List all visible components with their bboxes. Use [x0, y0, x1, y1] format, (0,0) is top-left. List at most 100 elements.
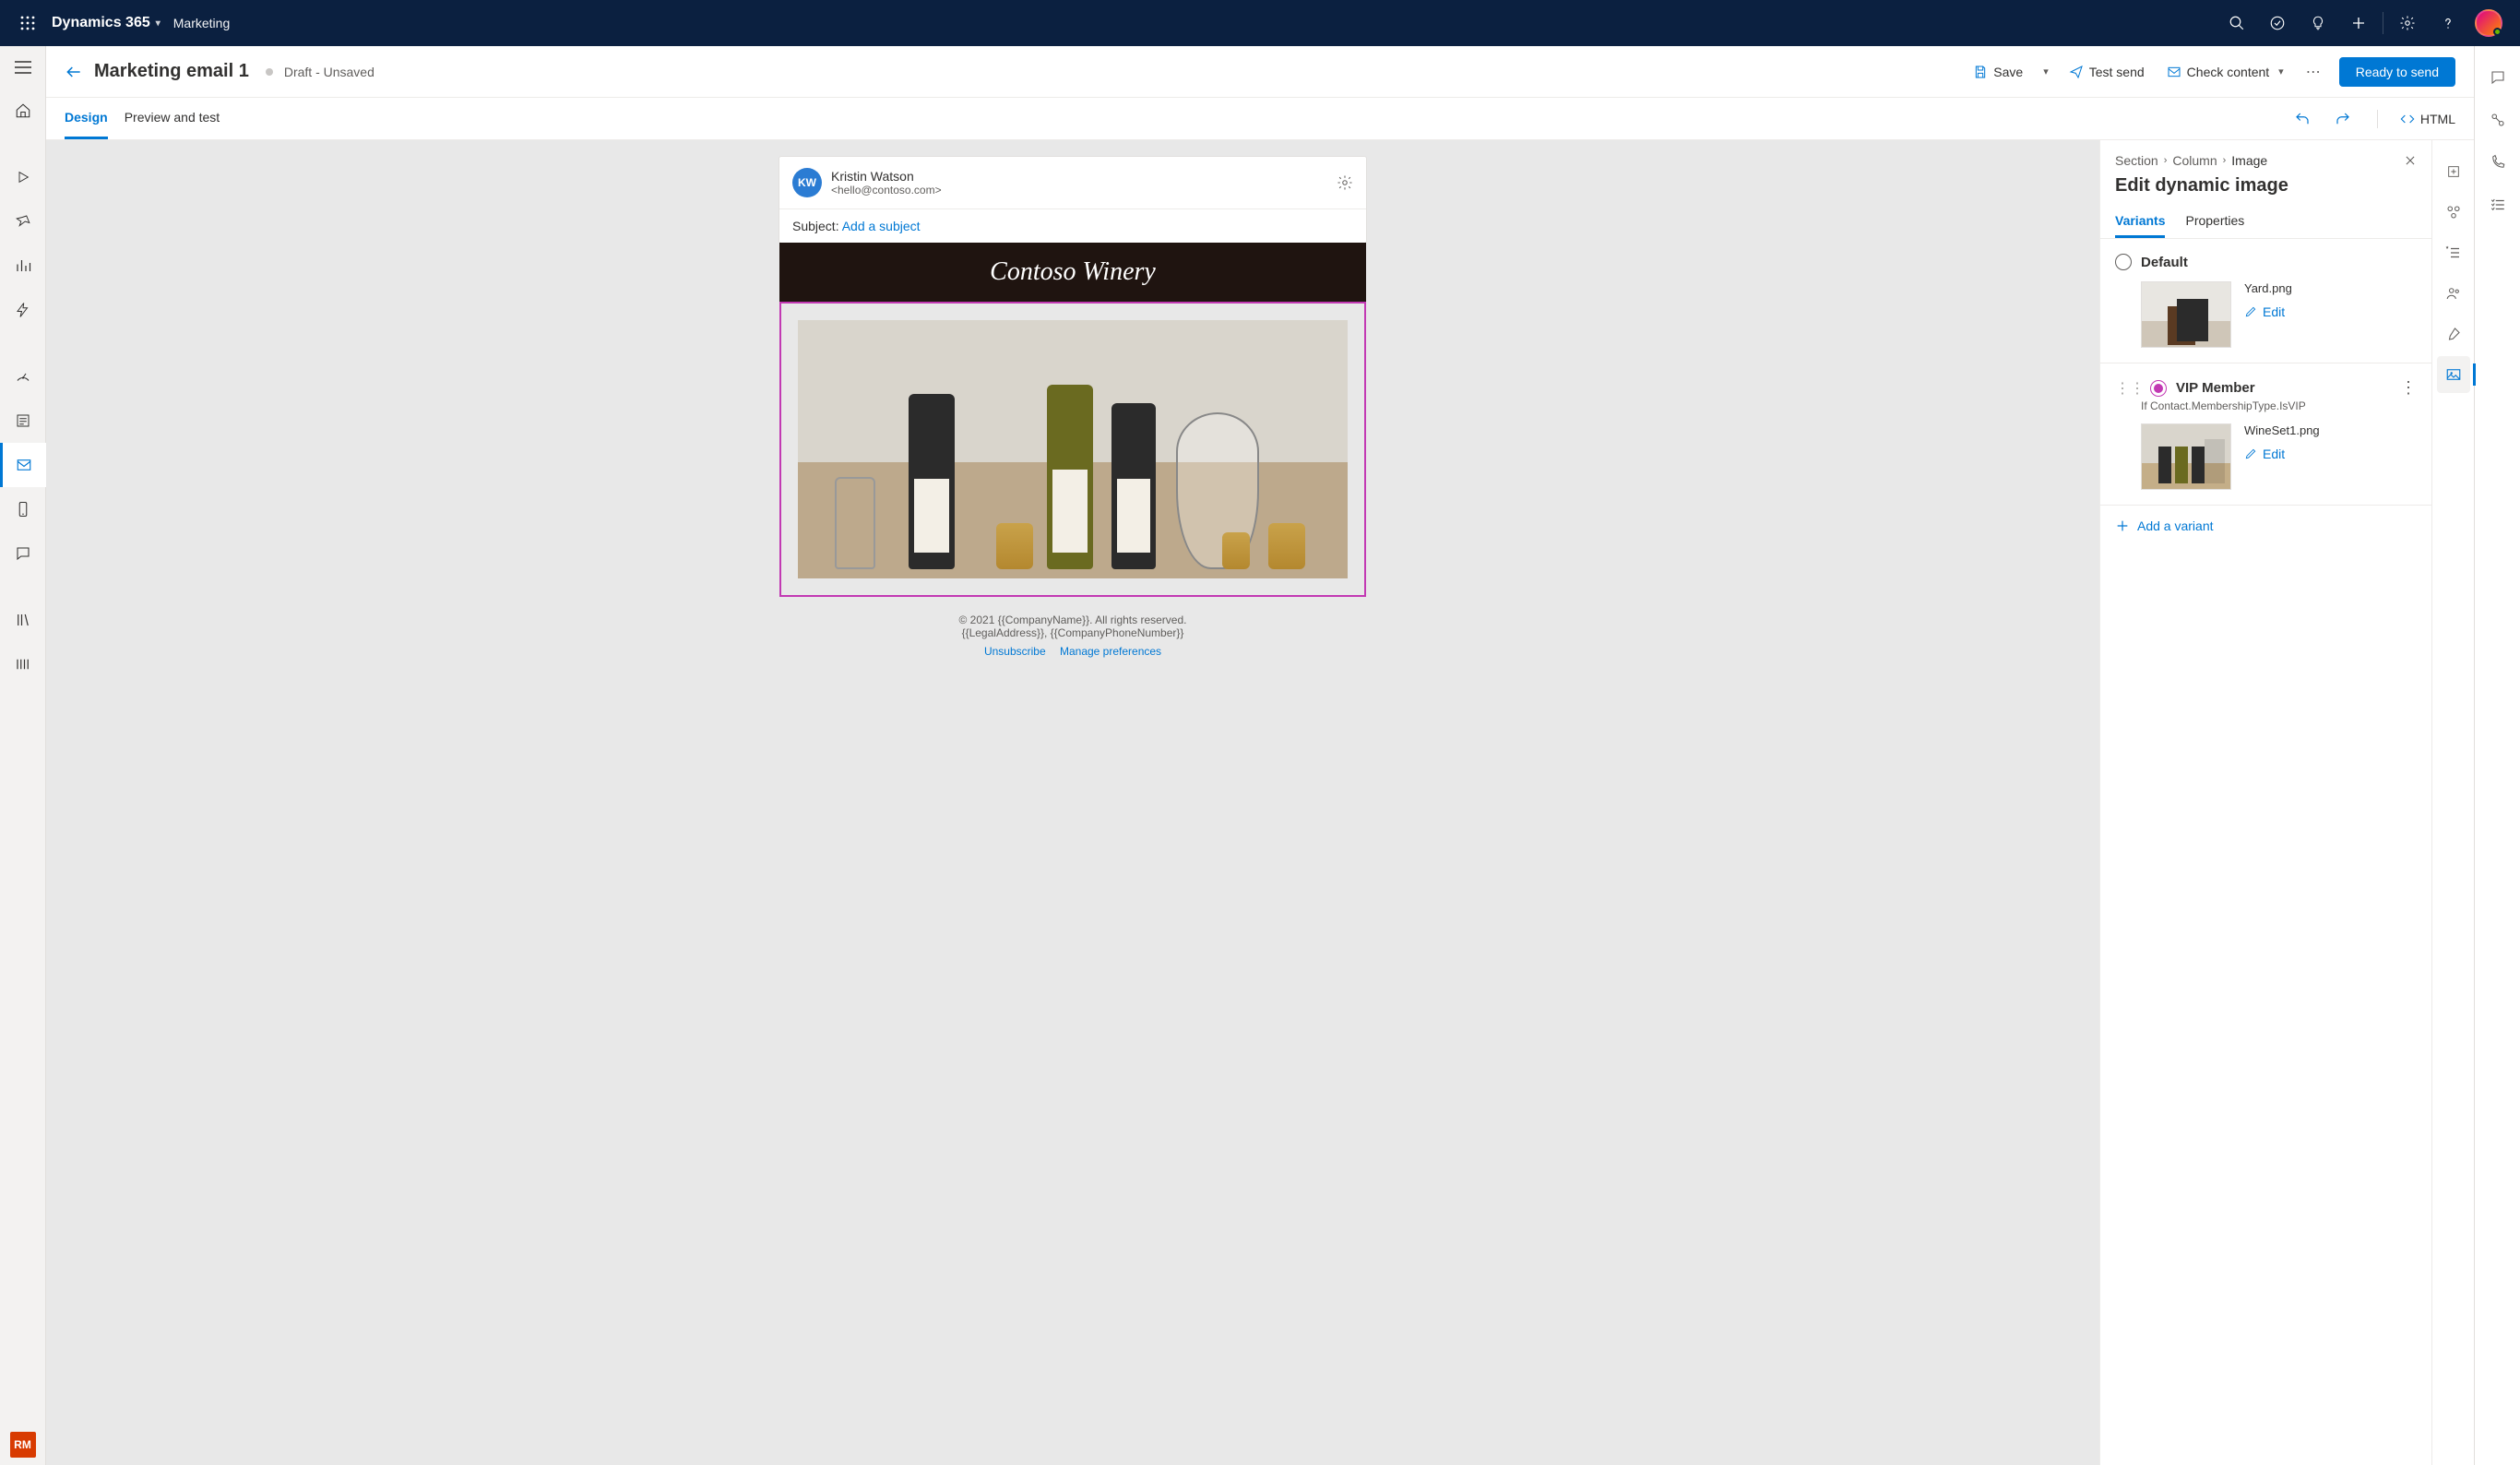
add-button[interactable] [2338, 0, 2379, 46]
close-pane-button[interactable] [2404, 154, 2417, 167]
library-icon [15, 612, 31, 628]
plus-icon [2350, 15, 2367, 31]
subject-label: Subject: [792, 219, 842, 233]
nav-channels[interactable] [0, 354, 46, 399]
test-send-button[interactable]: Test send [2063, 61, 2150, 83]
toolbox-elements[interactable] [2437, 194, 2470, 231]
call-button[interactable] [2479, 144, 2516, 181]
nav-sms[interactable] [0, 487, 46, 531]
form-icon [15, 412, 31, 429]
pane-heading: Edit dynamic image [2100, 173, 2431, 206]
selected-image-block[interactable] [779, 302, 1366, 597]
nav-journeys[interactable] [0, 199, 46, 244]
arrow-left-icon [65, 63, 83, 81]
variant-radio[interactable] [2115, 254, 2132, 270]
nav-audience[interactable] [0, 642, 46, 686]
send-icon [2069, 65, 2084, 79]
footer-line2: {{LegalAddress}}, {{CompanyPhoneNumber}} [787, 626, 1359, 639]
bc-column[interactable]: Column [2172, 153, 2217, 168]
home-icon [15, 102, 31, 119]
toolbox-expand[interactable] [2437, 153, 2470, 190]
main-region: Marketing email 1 Draft - Unsaved Save ▾… [46, 46, 2474, 1465]
bc-image: Image [2231, 153, 2267, 168]
toolbox-sections[interactable] [2437, 234, 2470, 271]
edit-variant-button[interactable]: Edit [2244, 304, 2292, 319]
tab-preview[interactable]: Preview and test [125, 98, 220, 139]
nav-home[interactable] [0, 89, 46, 133]
elements-icon [2445, 204, 2462, 220]
add-subject-link[interactable]: Add a subject [842, 219, 921, 233]
pencil-icon [2244, 447, 2257, 460]
unsubscribe-link[interactable]: Unsubscribe [984, 645, 1046, 658]
nav-push[interactable] [0, 531, 46, 576]
back-button[interactable] [65, 63, 83, 81]
variant-more-button[interactable]: ⋮ [2400, 378, 2417, 398]
toolbox-rail [2431, 140, 2474, 1465]
waffle-icon [20, 16, 35, 30]
tab-design[interactable]: Design [65, 98, 108, 139]
save-button[interactable]: Save [1967, 61, 2028, 83]
relationship-button[interactable] [2479, 101, 2516, 138]
product-name: Dynamics 365 [52, 15, 150, 31]
edit-variant-button[interactable]: Edit [2244, 447, 2320, 461]
journey-icon [15, 213, 31, 230]
bc-section[interactable]: Section [2115, 153, 2158, 168]
toolbox-styles[interactable] [2437, 316, 2470, 352]
variant-condition: If Contact.MembershipType.IsVIP [2141, 399, 2417, 412]
add-panel-icon [2446, 164, 2461, 179]
undo-icon [2294, 111, 2311, 127]
email-footer: © 2021 {{CompanyName}}. All rights reser… [779, 597, 1366, 685]
sender-email: <hello@contoso.com> [831, 184, 942, 197]
link-icon [2490, 112, 2506, 128]
ready-to-send-button[interactable]: Ready to send [2339, 57, 2455, 87]
lightbulb-icon [2310, 15, 2326, 31]
task-button[interactable] [2257, 0, 2298, 46]
area-switcher[interactable]: RM [10, 1432, 36, 1458]
app-launcher-button[interactable] [11, 16, 44, 30]
designer-canvas[interactable]: KW Kristin Watson <hello@contoso.com> Su… [46, 140, 2099, 1465]
settings-button[interactable] [2387, 0, 2428, 46]
toolbox-personalization[interactable] [2437, 275, 2470, 312]
variant-thumbnail[interactable] [2141, 281, 2231, 348]
product-switcher[interactable]: Dynamics 365 ▾ [52, 15, 160, 31]
add-variant-button[interactable]: Add a variant [2100, 506, 2431, 546]
subject-row[interactable]: Subject: Add a subject [779, 209, 1366, 243]
variant-thumbnail[interactable] [2141, 423, 2231, 490]
nav-emails[interactable] [0, 443, 46, 487]
hamburger-button[interactable] [0, 46, 46, 89]
variant-radio[interactable] [2150, 380, 2167, 397]
hamburger-icon [15, 61, 31, 74]
agent-chat-button[interactable] [2479, 59, 2516, 96]
brand-band[interactable]: Contoso Winery [779, 243, 1366, 302]
drag-handle[interactable]: ⋮⋮ [2115, 379, 2145, 398]
presence-dot [2493, 28, 2502, 36]
html-view-button[interactable]: HTML [2400, 112, 2455, 126]
undo-button[interactable] [2290, 107, 2314, 131]
checklist-icon [2490, 197, 2506, 213]
email-body: Contoso Winery [779, 243, 1366, 685]
help-button[interactable] [2428, 0, 2468, 46]
checkmark-circle-icon [2269, 15, 2286, 31]
tab-variants[interactable]: Variants [2115, 206, 2165, 238]
lightbulb-button[interactable] [2298, 0, 2338, 46]
area-name[interactable]: Marketing [173, 16, 230, 30]
check-content-button[interactable]: Check content ▾ [2161, 61, 2289, 83]
nav-forms[interactable] [0, 399, 46, 443]
tab-properties[interactable]: Properties [2185, 206, 2244, 238]
more-commands-button[interactable]: ⋯ [2300, 63, 2328, 81]
nav-triggers[interactable] [0, 288, 46, 332]
redo-button[interactable] [2331, 107, 2355, 131]
manage-preferences-link[interactable]: Manage preferences [1060, 645, 1161, 658]
email-settings-button[interactable] [1337, 174, 1353, 191]
hero-image [798, 320, 1348, 578]
save-split-button[interactable]: ▾ [2039, 62, 2052, 81]
account-button[interactable] [2468, 0, 2509, 46]
nav-get-started[interactable] [0, 155, 46, 199]
task-list-button[interactable] [2479, 186, 2516, 223]
search-button[interactable] [2217, 0, 2257, 46]
nav-assets[interactable] [0, 598, 46, 642]
gear-icon [1337, 174, 1353, 191]
toolbox-image[interactable] [2437, 356, 2470, 393]
nav-analytics[interactable] [0, 244, 46, 288]
variant-default: Default Yard.png Edit [2100, 239, 2431, 363]
